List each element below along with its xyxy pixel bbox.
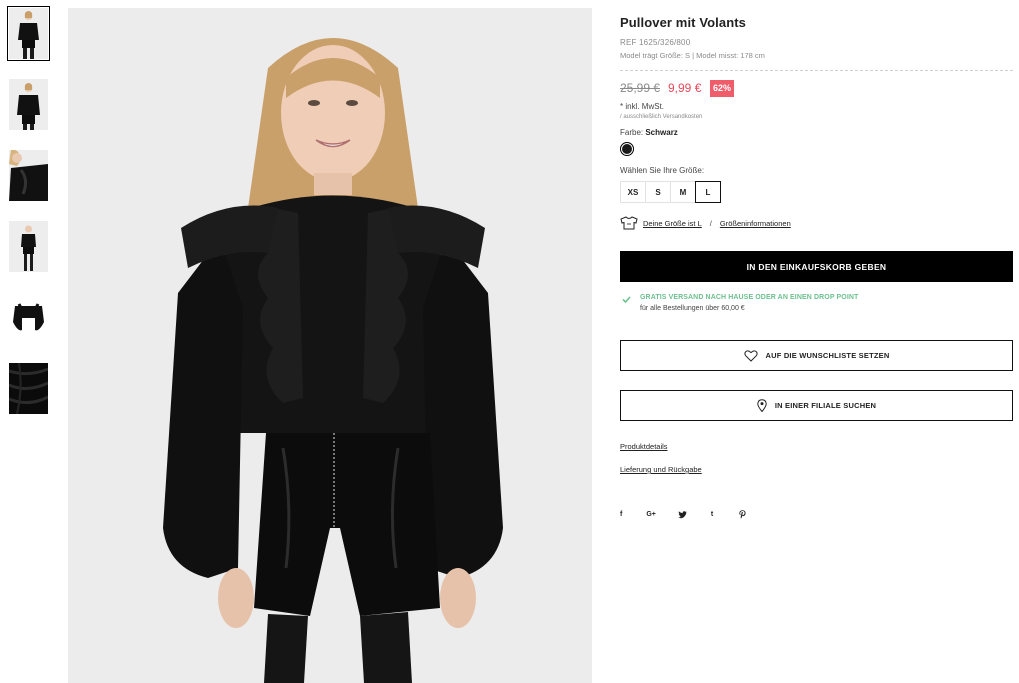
thumbnail-image [9,150,48,201]
thumbnail-6[interactable] [9,363,48,414]
model-size-info: Model trägt Größe: S | Model misst: 178 … [620,51,765,60]
size-selector: XS S M L [620,181,721,203]
product-details-link[interactable]: Produktdetails [620,442,668,451]
facebook-icon[interactable]: f [620,511,622,518]
sale-price: 9,99 € [668,81,702,95]
thumbnail-image [9,79,48,130]
find-store-label: IN EINER FILIALE SUCHEN [774,401,877,410]
shipping-cost-note: / ausschließlich Versandkosten [620,114,703,120]
checkmark-icon [622,296,631,303]
fit-guide-row: Deine Größe ist L / Größeninformationen [620,216,791,230]
main-product-image[interactable] [68,8,592,683]
thumbnail-image [9,292,48,343]
thumbnail-image [9,221,48,272]
wishlist-label: AUF DIE WUNSCHLISTE SETZEN [765,351,890,360]
size-option-m[interactable]: M [670,181,696,203]
thumbnail-image [9,363,48,414]
thumbnail-4[interactable] [9,221,48,272]
social-share: f G+ t [620,510,746,519]
color-prefix: Farbe: [620,128,646,137]
product-info-panel: Pullover mit Volants REF 1625/326/800 Mo… [620,0,1013,683]
tshirt-icon [620,216,638,230]
google-plus-icon[interactable]: G+ [646,511,656,518]
color-label: Farbe: Schwarz [620,128,678,137]
divider [620,70,1013,71]
vat-note: * inkl. MwSt. [620,102,665,111]
free-shipping-title: GRATIS VERSAND NACH HAUSE ODER AN EINEN … [640,294,859,301]
model-photo [68,8,592,683]
color-name: Schwarz [645,128,678,137]
location-pin-icon [757,399,767,412]
twitter-icon[interactable] [678,510,687,519]
add-to-wishlist-button[interactable]: AUF DIE WUNSCHLISTE SETZEN [620,340,1013,371]
heart-icon [743,349,758,362]
delivery-returns-link[interactable]: Lieferung und Rückgabe [620,465,702,474]
size-info-link[interactable]: Größeninformationen [720,219,791,228]
free-shipping-condition: für alle Bestellungen über 60,00 € [640,305,745,312]
link-separator: / [709,218,712,228]
discount-badge: 62% [710,80,734,97]
product-title: Pullover mit Volants [620,15,747,30]
swatch-fill [622,144,632,154]
thumbnail-image [9,8,48,59]
your-size-link[interactable]: Deine Größe ist L [643,219,702,228]
size-select-label: Wählen Sie Ihre Größe: [620,166,705,175]
size-option-l[interactable]: L [695,181,721,203]
add-to-cart-button[interactable]: IN DEN EINKAUFSKORB GEBEN [620,251,1013,282]
thumbnail-3[interactable] [9,150,48,201]
thumbnail-5[interactable] [9,292,48,343]
size-option-xs[interactable]: XS [620,181,646,203]
size-option-s[interactable]: S [645,181,671,203]
color-swatch-black[interactable] [620,142,634,156]
pinterest-icon[interactable] [739,510,746,519]
thumbnail-1[interactable] [7,6,50,61]
thumbnail-2[interactable] [9,79,48,130]
find-in-store-button[interactable]: IN EINER FILIALE SUCHEN [620,390,1013,421]
tumblr-icon[interactable]: t [711,511,713,518]
product-reference: REF 1625/326/800 [620,38,691,47]
old-price: 25,99 € [620,81,661,95]
